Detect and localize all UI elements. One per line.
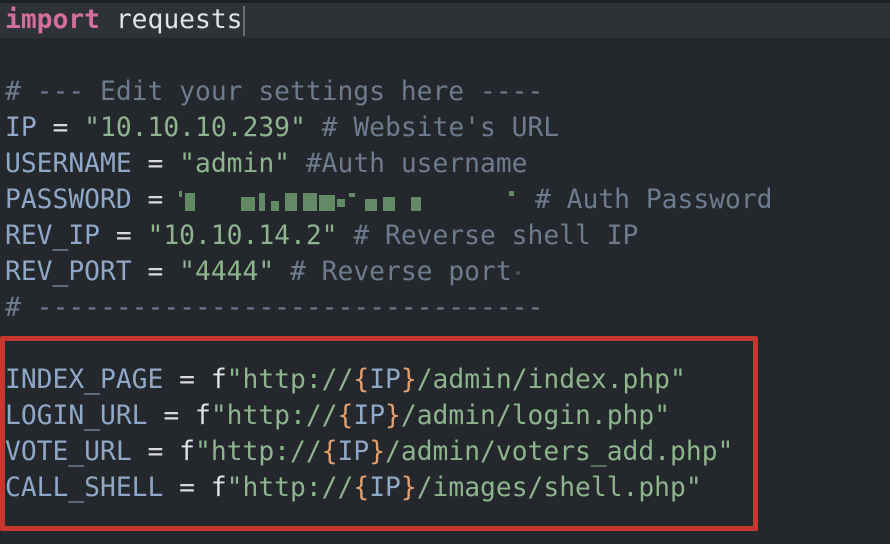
- code-token-id: [100, 5, 116, 35]
- code-line[interactable]: PASSWORD = # Auth Password: [5, 182, 773, 218]
- red-annotation-box: [0, 336, 758, 531]
- code-token-var: IP: [5, 113, 37, 143]
- code-token-var: REV_IP: [5, 221, 100, 251]
- code-token-com: # Auth Password: [519, 185, 773, 215]
- code-token-op: =: [131, 185, 180, 215]
- code-token-op: =: [100, 221, 148, 251]
- code-token-var: PASSWORD: [5, 185, 132, 215]
- code-token-com: # --------------------------------: [5, 293, 544, 323]
- code-token-op: =: [36, 113, 85, 143]
- code-line[interactable]: [5, 38, 773, 74]
- code-token-com: # Website's URL: [305, 113, 560, 143]
- trailing-whitespace-marker: [515, 270, 520, 275]
- code-line[interactable]: import requests: [5, 2, 773, 38]
- code-line[interactable]: # --------------------------------: [5, 290, 773, 326]
- code-token-id: requests: [115, 5, 243, 35]
- code-token-str: "admin": [179, 149, 290, 179]
- redacted-password: [179, 190, 519, 211]
- code-token-op: =: [131, 257, 180, 287]
- code-token-str: "10.10.10.239": [84, 113, 306, 143]
- code-token-com: # Reverse port: [274, 257, 512, 287]
- code-line[interactable]: REV_IP = "10.10.14.2" # Reverse shell IP: [5, 218, 773, 254]
- code-token-str: "10.10.14.2": [147, 221, 338, 251]
- text-cursor: [242, 5, 245, 36]
- code-line[interactable]: REV_PORT = "4444" # Reverse port: [5, 254, 773, 290]
- code-token-op: =: [131, 149, 180, 179]
- code-token-com: # Reverse shell IP: [337, 221, 639, 251]
- code-line[interactable]: # --- Edit your settings here ----: [5, 74, 773, 110]
- code-token-var: REV_PORT: [5, 257, 132, 287]
- code-token-com: #Auth username: [290, 149, 528, 179]
- code-line[interactable]: IP = "10.10.10.239" # Website's URL: [5, 110, 773, 146]
- code-token-kw: import: [5, 5, 100, 35]
- code-token-str: "4444": [179, 257, 275, 287]
- code-token-var: USERNAME: [5, 149, 132, 179]
- code-line[interactable]: USERNAME = "admin" #Auth username: [5, 146, 773, 182]
- code-token-com: # --- Edit your settings here ----: [5, 77, 544, 107]
